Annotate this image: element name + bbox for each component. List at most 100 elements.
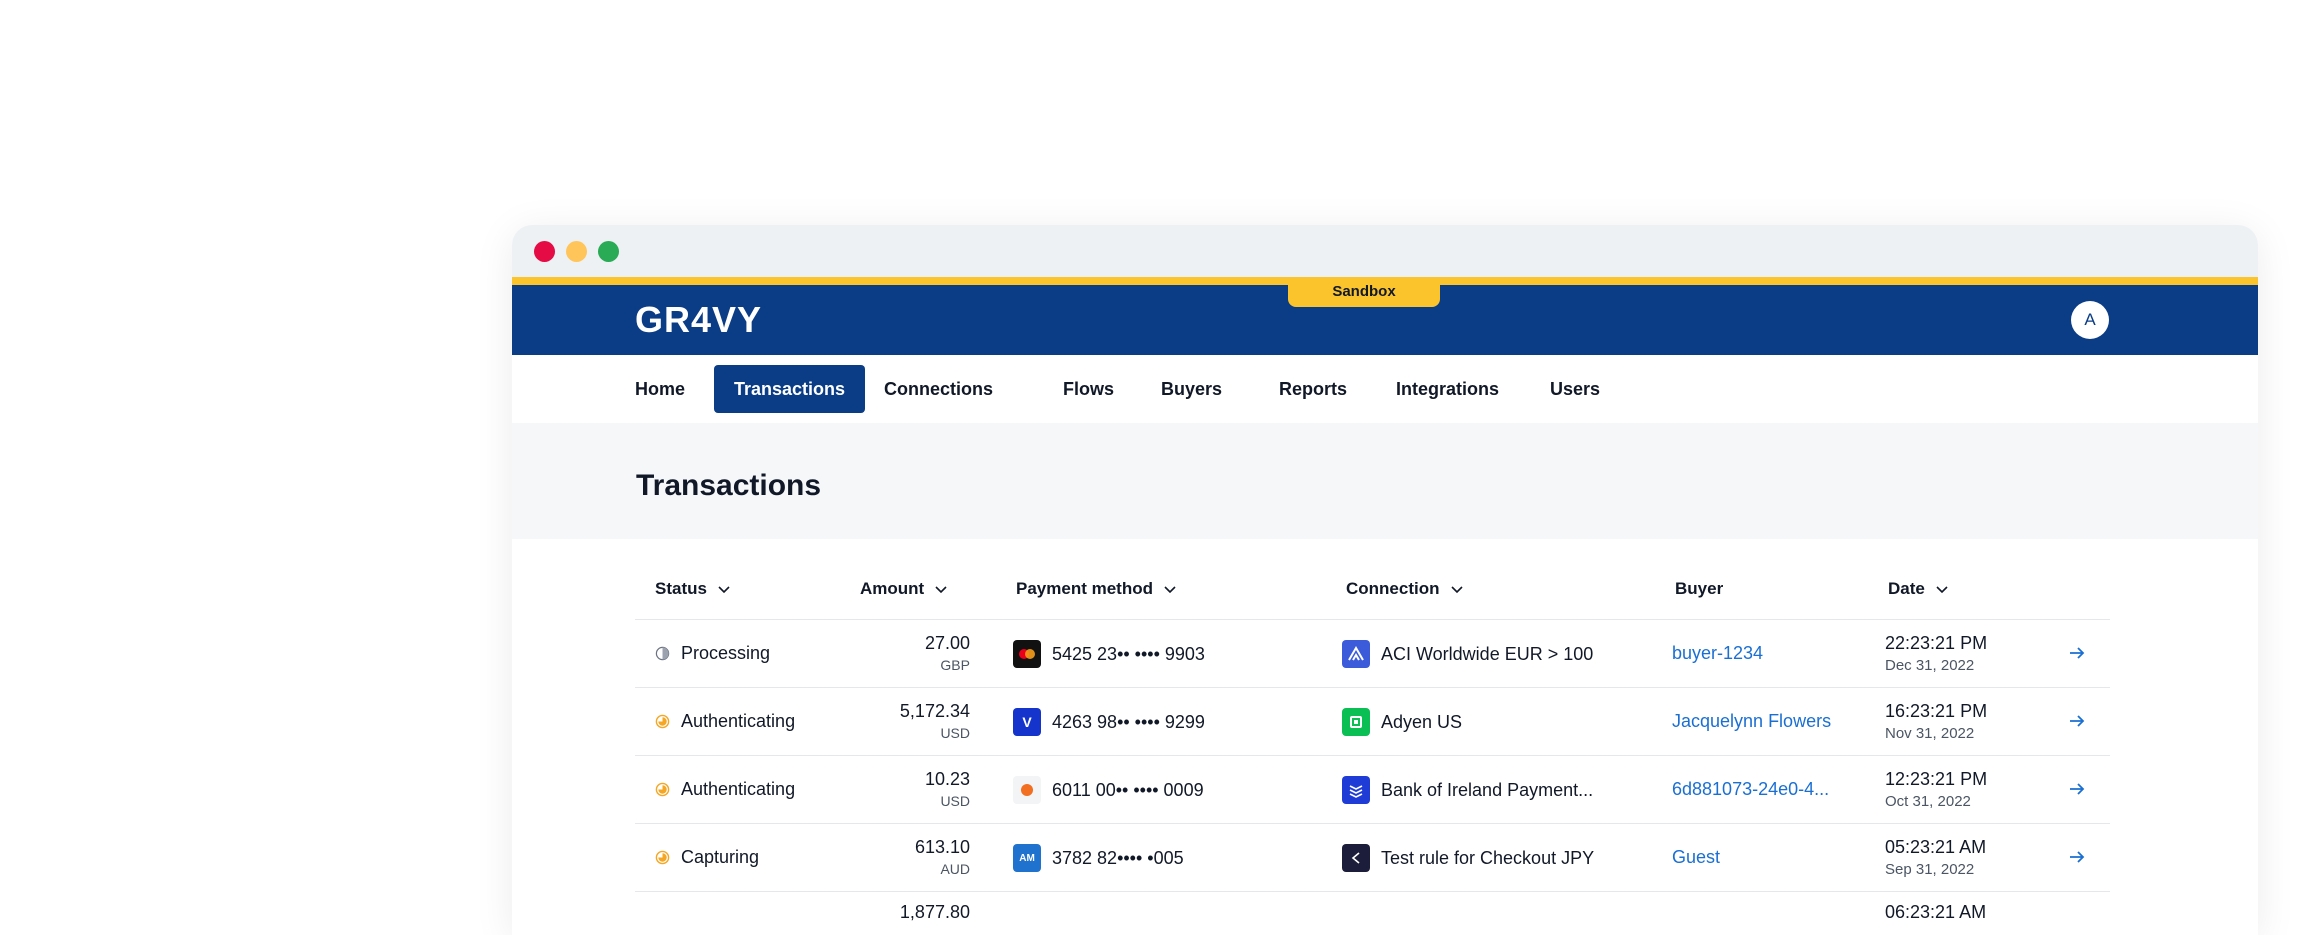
pending-icon [655, 850, 670, 865]
nav-users[interactable]: Users [1530, 365, 1620, 413]
chevron-down-icon [1936, 586, 1948, 594]
status-cell: Capturing [655, 847, 759, 868]
maximize-window-button[interactable] [598, 241, 619, 262]
sandbox-badge: Sandbox [1288, 277, 1440, 307]
pending-icon [655, 714, 670, 729]
payment-method-cell: V 4263 98•• •••• 9299 [1013, 708, 1205, 736]
connection-cell: Test rule for Checkout JPY [1342, 844, 1594, 872]
arrow-right-icon[interactable] [2068, 848, 2086, 866]
chevron-down-icon [1164, 586, 1176, 594]
table-row[interactable]: Processing 27.00 GBP 5425 23•• •••• 9903… [635, 620, 2110, 688]
amount-value: 613.10 [914, 837, 970, 857]
date-cell: 06:23:21 AM [1885, 902, 1986, 923]
status-cell: Processing [655, 643, 770, 664]
amount-value: 27.00 [924, 633, 970, 653]
time-value: 16:23:21 PM [1885, 701, 1988, 721]
connection-name: Test rule for Checkout JPY [1381, 847, 1595, 868]
amount-cell: 10.23 USD [925, 769, 970, 809]
nav-home[interactable]: Home [615, 365, 705, 413]
card-number: 3782 82•••• •005 [1052, 847, 1184, 868]
date-cell: 22:23:21 PM Dec 31, 2022 [1885, 633, 1987, 674]
gr4vy-logo[interactable]: GR4VY [635, 299, 762, 341]
buyer-link[interactable]: buyer-1234 [1672, 643, 1763, 664]
nav-reports[interactable]: Reports [1259, 365, 1367, 413]
column-connection[interactable]: Connection [1346, 579, 1464, 599]
amex-icon: AM [1013, 844, 1041, 872]
column-date[interactable]: Date [1888, 579, 1949, 599]
user-avatar[interactable]: A [2071, 301, 2109, 339]
arrow-right-icon[interactable] [2068, 780, 2086, 798]
amount-cell: 1,877.80 [900, 902, 970, 923]
nav-buyers[interactable]: Buyers [1141, 365, 1242, 413]
payment-method-cell: 6011 00•• •••• 0009 [1013, 776, 1204, 804]
date-value: Nov 31, 2022 [1885, 725, 1975, 742]
nav-flows[interactable]: Flows [1043, 365, 1134, 413]
currency-code: USD [940, 725, 970, 741]
mastercard-icon [1013, 640, 1041, 668]
status-label: Capturing [681, 847, 760, 867]
payment-method-cell: 5425 23•• •••• 9903 [1013, 640, 1205, 668]
discover-icon [1013, 776, 1041, 804]
table-row[interactable]: 1,877.80 06:23:21 AM [635, 892, 2110, 932]
amount-value: 5,172.34 [899, 701, 970, 721]
connection-name: Bank of Ireland Payment... [1381, 779, 1594, 800]
table-row[interactable]: Authenticating 5,172.34 USD V 4263 98•• … [635, 688, 2110, 756]
amount-value: 1,877.80 [899, 902, 970, 922]
column-amount-label: Amount [860, 579, 925, 598]
amount-cell: 5,172.34 USD [900, 701, 970, 741]
close-window-button[interactable] [534, 241, 555, 262]
date-value: Oct 31, 2022 [1885, 793, 1971, 810]
bank-of-ireland-icon [1342, 776, 1370, 804]
amount-cell: 27.00 GBP [925, 633, 970, 673]
app-window: GR4VY Sandbox A Home Transactions Connec… [512, 225, 2258, 935]
amount-value: 10.23 [924, 769, 970, 789]
status-cell: Authenticating [655, 779, 795, 800]
table-row[interactable]: Authenticating 10.23 USD 6011 00•• •••• … [635, 756, 2110, 824]
connection-name: ACI Worldwide EUR > 100 [1381, 643, 1594, 664]
arrow-right-icon[interactable] [2068, 644, 2086, 662]
date-cell: 16:23:21 PM Nov 31, 2022 [1885, 701, 1987, 742]
transactions-table: Status Amount Payment method Connection … [635, 539, 2110, 932]
currency-code: GBP [940, 657, 970, 673]
nav-transactions[interactable]: Transactions [714, 365, 866, 413]
connection-name: Adyen US [1381, 711, 1463, 732]
currency-code: USD [940, 793, 970, 809]
buyer-link[interactable]: Jacquelynn Flowers [1672, 711, 1831, 732]
nav-connections[interactable]: Connections [864, 365, 1013, 413]
time-value: 06:23:21 AM [1885, 902, 1987, 922]
visa-icon: V [1013, 708, 1041, 736]
page-title: Transactions [636, 469, 822, 502]
half-circle-icon [655, 646, 670, 661]
card-number: 5425 23•• •••• 9903 [1052, 643, 1205, 664]
minimize-window-button[interactable] [566, 241, 587, 262]
column-status[interactable]: Status [655, 579, 731, 599]
date-value: Dec 31, 2022 [1885, 657, 1975, 674]
date-value: Sep 31, 2022 [1885, 861, 1975, 878]
nav-integrations[interactable]: Integrations [1376, 365, 1519, 413]
status-label: Processing [681, 643, 771, 663]
window-titlebar [512, 225, 2258, 277]
arrow-right-icon[interactable] [2068, 712, 2086, 730]
column-payment-method[interactable]: Payment method [1016, 579, 1177, 599]
chevron-down-icon [935, 586, 947, 594]
buyer-link[interactable]: 6d881073-24e0-4... [1672, 779, 1829, 800]
aci-worldwide-icon [1342, 640, 1370, 668]
checkout-icon [1342, 844, 1370, 872]
column-buyer-label: Buyer [1675, 579, 1724, 598]
payment-method-cell: AM 3782 82•••• •005 [1013, 844, 1184, 872]
column-amount[interactable]: Amount [860, 579, 948, 599]
app-header: GR4VY Sandbox A [512, 277, 2258, 355]
date-cell: 05:23:21 AM Sep 31, 2022 [1885, 837, 1986, 878]
status-cell: Authenticating [655, 711, 795, 732]
column-status-label: Status [655, 579, 707, 598]
column-payment-method-label: Payment method [1016, 579, 1153, 598]
time-value: 12:23:21 PM [1885, 769, 1988, 789]
table-row[interactable]: Capturing 613.10 AUD AM 3782 82•••• •005… [635, 824, 2110, 892]
time-value: 22:23:21 PM [1885, 633, 1988, 653]
currency-code: AUD [940, 861, 970, 877]
main-nav: Home Transactions Connections Flows Buye… [512, 355, 2258, 423]
chevron-down-icon [718, 586, 730, 594]
status-label: Authenticating [681, 711, 796, 731]
page-header: Transactions [512, 423, 2258, 539]
buyer-link[interactable]: Guest [1672, 847, 1720, 868]
